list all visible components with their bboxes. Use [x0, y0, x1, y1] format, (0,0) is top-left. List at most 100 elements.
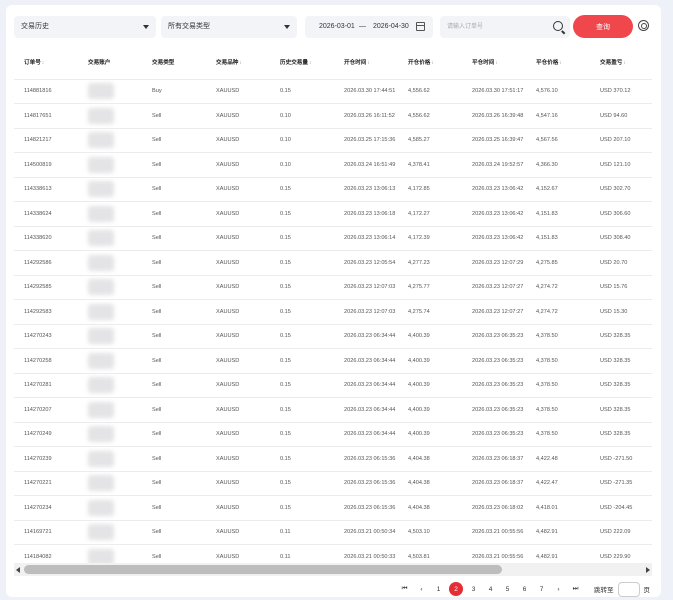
page-button[interactable]: 1 [432, 582, 445, 596]
table-cell: 4,378.50 [526, 348, 590, 374]
date-range-picker[interactable]: 2026-03-01 — 2026-04-30 [305, 16, 433, 38]
table-cell: XAUUSD [206, 520, 270, 545]
table-cell: 4,275.74 [398, 299, 462, 325]
trade-type-select[interactable]: 所有交易类型 [161, 16, 297, 38]
prev-page-button[interactable]: ‹ [415, 582, 428, 596]
table-cell: 2026.03.23 06:34:44 [334, 324, 398, 349]
table-cell: 114338620 [14, 226, 78, 251]
table-cell: 2026.03.23 12:07:27 [462, 299, 526, 325]
table-cell: USD 370.12 [590, 79, 652, 104]
goto-page-input[interactable] [617, 581, 640, 597]
trade-type-select-label: 所有交易类型 [168, 23, 210, 30]
last-page-button[interactable]: ⏭ [569, 582, 582, 596]
table-row[interactable]: 114270258 Sell XAUUSD 0.15 2026.03.23 06:34:… [14, 348, 652, 374]
table-cell: 2026.03.23 06:18:37 [462, 446, 526, 472]
page-button[interactable]: 5 [501, 582, 514, 596]
account-cell-redacted [78, 348, 142, 374]
column-header[interactable]: 开仓价格↕ [398, 45, 462, 80]
date-to[interactable]: 2026-04-30 [373, 23, 409, 30]
table-row[interactable]: 114270234 Sell XAUUSD 0.15 2026.03.23 06:15:… [14, 495, 652, 521]
table-cell: 2026.03.23 12:07:03 [334, 299, 398, 325]
gear-icon[interactable] [638, 20, 649, 31]
column-header[interactable]: 开仓时间↕ [334, 45, 398, 80]
redaction-blur [88, 107, 114, 124]
page-button[interactable]: 4 [484, 582, 497, 596]
table-row[interactable]: 114270243 Sell XAUUSD 0.15 2026.03.23 06:34:… [14, 324, 652, 349]
calendar-icon[interactable] [416, 22, 425, 31]
sort-icon[interactable]: ↕ [367, 60, 370, 66]
page-button[interactable]: 3 [467, 582, 480, 596]
table-cell: Sell [142, 299, 206, 325]
pagination: ⏮ ‹ 1234567 › ⏭ 跳转至 页 [396, 581, 650, 597]
table-cell: 4,275.85 [526, 250, 590, 276]
redaction-blur [88, 352, 114, 369]
table-cell: 4,422.47 [526, 471, 590, 496]
table-cell: 2026.03.21 00:50:34 [334, 520, 398, 545]
table-row[interactable]: 114169721 Sell XAUUSD 0.11 2026.03.21 00:50:… [14, 520, 652, 545]
table-row[interactable]: 114270249 Sell XAUUSD 0.15 2026.03.23 06:34:… [14, 422, 652, 447]
table-row[interactable]: 114881816 Buy XAUUSD 0.15 2026.03.30 17:44:5… [14, 79, 652, 104]
table-cell: 0.15 [270, 495, 334, 521]
table-row[interactable]: 114292583 Sell XAUUSD 0.15 2026.03.23 12:07:… [14, 299, 652, 325]
query-button[interactable]: 查询 [573, 15, 633, 38]
sort-icon[interactable]: ↕ [623, 60, 626, 66]
page-button[interactable]: 6 [518, 582, 531, 596]
table-row[interactable]: 114338613 Sell XAUUSD 0.15 2026.03.23 13:06:… [14, 177, 652, 202]
table-cell: USD 328.35 [590, 348, 652, 374]
table-cell: XAUUSD [206, 79, 270, 104]
scroll-right-icon[interactable] [646, 567, 650, 573]
table-cell: USD 328.35 [590, 324, 652, 349]
account-cell-redacted [78, 520, 142, 545]
table-cell: XAUUSD [206, 299, 270, 325]
search-icon[interactable] [553, 21, 563, 31]
order-search-input[interactable] [440, 16, 545, 38]
table-cell: 114270239 [14, 446, 78, 472]
table-cell: 2026.03.23 12:07:29 [462, 250, 526, 276]
table-row[interactable]: 114338620 Sell XAUUSD 0.15 2026.03.23 13:06:… [14, 226, 652, 251]
table-cell: 4,482.91 [526, 544, 590, 565]
table-row[interactable]: 114270221 Sell XAUUSD 0.15 2026.03.23 06:15:… [14, 471, 652, 496]
table-cell: 2026.03.23 06:35:23 [462, 397, 526, 423]
column-header[interactable]: 历史交易量↕ [270, 45, 334, 80]
table-row[interactable]: 114500819 Sell XAUUSD 0.10 2026.03.24 16:51:… [14, 152, 652, 178]
column-header[interactable]: 订单号↕ [14, 45, 78, 80]
table-cell: 114270258 [14, 348, 78, 374]
sort-icon[interactable]: ↕ [309, 60, 312, 66]
sort-icon[interactable]: ↕ [431, 60, 434, 66]
history-select[interactable]: 交易历史 [14, 16, 156, 38]
first-page-button[interactable]: ⏮ [398, 582, 411, 596]
sort-icon[interactable]: ↕ [559, 60, 562, 66]
table-row[interactable]: 114270207 Sell XAUUSD 0.15 2026.03.23 06:34:… [14, 397, 652, 423]
page-button[interactable]: 2 [449, 582, 463, 596]
column-header[interactable]: 交易盈亏↕ [590, 45, 652, 80]
table-row[interactable]: 114292585 Sell XAUUSD 0.15 2026.03.23 12:07:… [14, 275, 652, 300]
table-row[interactable]: 114817651 Sell XAUUSD 0.10 2026.03.26 16:11:… [14, 103, 652, 129]
table-cell: 4,567.56 [526, 128, 590, 153]
table-cell: USD 328.35 [590, 373, 652, 398]
sort-icon[interactable]: ↕ [239, 60, 242, 66]
table-row[interactable]: 114184082 Sell XAUUSD 0.11 2026.03.21 00:50:… [14, 544, 652, 565]
table-row[interactable]: 114270281 Sell XAUUSD 0.15 2026.03.23 06:34:… [14, 373, 652, 398]
table-row[interactable]: 114292586 Sell XAUUSD 0.15 2026.03.23 12:05:… [14, 250, 652, 276]
chevron-down-icon [143, 25, 149, 29]
page-button[interactable]: 7 [535, 582, 548, 596]
horizontal-scrollbar[interactable] [14, 563, 652, 576]
redaction-blur [88, 475, 114, 492]
table-cell: Sell [142, 495, 206, 521]
sort-icon[interactable]: ↕ [495, 60, 498, 66]
account-cell-redacted [78, 544, 142, 565]
next-page-button[interactable]: › [552, 582, 565, 596]
column-header[interactable]: 交易品种↕ [206, 45, 270, 80]
column-header[interactable]: 平仓时间↕ [462, 45, 526, 80]
table-row[interactable]: 114821217 Sell XAUUSD 0.10 2026.03.25 17:15:… [14, 128, 652, 153]
sort-icon[interactable]: ↕ [42, 60, 45, 66]
table-cell: XAUUSD [206, 201, 270, 227]
column-header[interactable]: 平仓价格↕ [526, 45, 590, 80]
scrollbar-thumb[interactable] [24, 565, 502, 574]
scroll-left-icon[interactable] [16, 567, 20, 573]
table-row[interactable]: 114338624 Sell XAUUSD 0.15 2026.03.23 13:06:… [14, 201, 652, 227]
table-row[interactable]: 114270239 Sell XAUUSD 0.15 2026.03.23 06:15:… [14, 446, 652, 472]
date-from[interactable]: 2026-03-01 [319, 23, 355, 30]
table-cell: XAUUSD [206, 373, 270, 398]
redaction-blur [88, 450, 114, 467]
